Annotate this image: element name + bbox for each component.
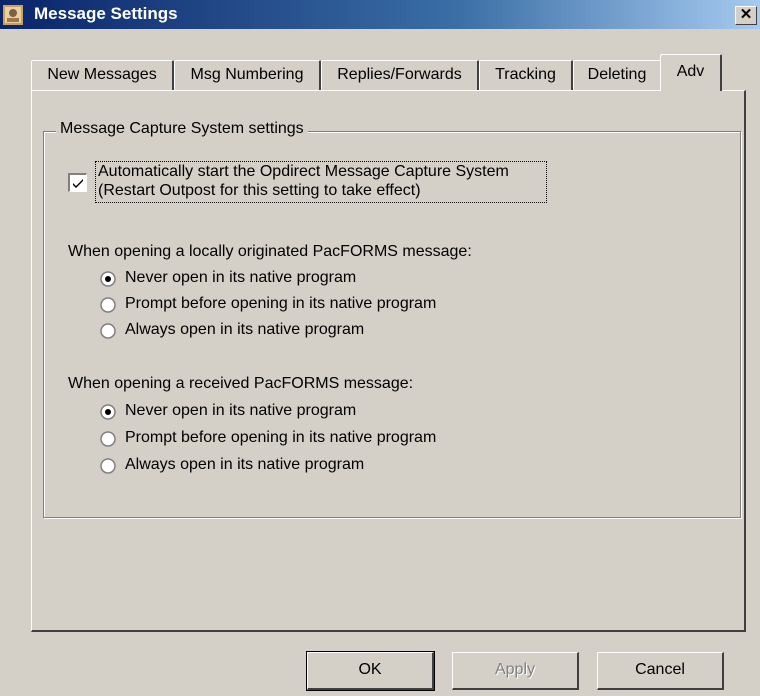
tab-label: Replies/Forwards — [337, 66, 462, 83]
auto-start-label[interactable]: Automatically start the Opdirect Message… — [95, 161, 547, 203]
auto-start-line2: (Restart Outpost for this setting to tak… — [98, 182, 421, 199]
radio-received-always-label[interactable]: Always open in its native program — [125, 456, 364, 474]
close-button[interactable]: ✕ — [735, 6, 757, 25]
radio-local-never-label[interactable]: Never open in its native program — [125, 269, 356, 287]
radio-received-prompt[interactable] — [100, 431, 116, 447]
window-title: Message Settings — [34, 4, 178, 23]
tab-label: Deleting — [587, 66, 647, 83]
tab-label: Tracking — [495, 66, 556, 83]
radio-received-prompt-label[interactable]: Prompt before opening in its native prog… — [125, 429, 436, 447]
title-bar[interactable]: Message Settings — [0, 0, 760, 29]
auto-start-line1: Automatically start the Opdirect Message… — [98, 163, 509, 180]
checkmark-icon — [73, 179, 83, 188]
tab-label: Adv — [676, 63, 705, 80]
tab-label: New Messages — [47, 66, 157, 83]
outpost-app-icon — [3, 5, 23, 25]
radio-local-never[interactable] — [100, 271, 116, 287]
radio-local-prompt[interactable] — [100, 297, 116, 313]
tab-msg-numbering[interactable]: Msg Numbering — [174, 60, 321, 90]
cancel-button[interactable]: Cancel — [597, 652, 724, 690]
radio-received-never-label[interactable]: Never open in its native program — [125, 402, 356, 420]
tab-label: Msg Numbering — [190, 66, 304, 83]
radio-received-always[interactable] — [100, 458, 116, 474]
groupbox-title: Message Capture System settings — [56, 120, 308, 138]
apply-button[interactable]: Apply — [452, 652, 579, 690]
tab-new-messages[interactable]: New Messages — [31, 60, 174, 90]
radio-local-prompt-label[interactable]: Prompt before opening in its native prog… — [125, 295, 436, 313]
radio-local-always[interactable] — [100, 323, 116, 339]
ok-button[interactable]: OK — [306, 651, 435, 691]
received-section-label: When opening a received PacFORMS message… — [68, 375, 414, 392]
tab-adv[interactable]: Adv — [660, 54, 722, 91]
radio-local-always-label[interactable]: Always open in its native program — [125, 321, 364, 339]
tab-deleting[interactable]: Deleting — [573, 60, 662, 90]
tab-tracking[interactable]: Tracking — [479, 60, 573, 90]
tab-replies-forwards[interactable]: Replies/Forwards — [321, 60, 479, 90]
auto-start-checkbox[interactable] — [68, 173, 87, 192]
message-settings-dialog: Message Settings ✕ New Messages Msg Numb… — [0, 0, 760, 696]
radio-received-never[interactable] — [100, 404, 116, 420]
local-section-label: When opening a locally originated PacFOR… — [68, 243, 472, 260]
close-icon: ✕ — [739, 6, 753, 23]
